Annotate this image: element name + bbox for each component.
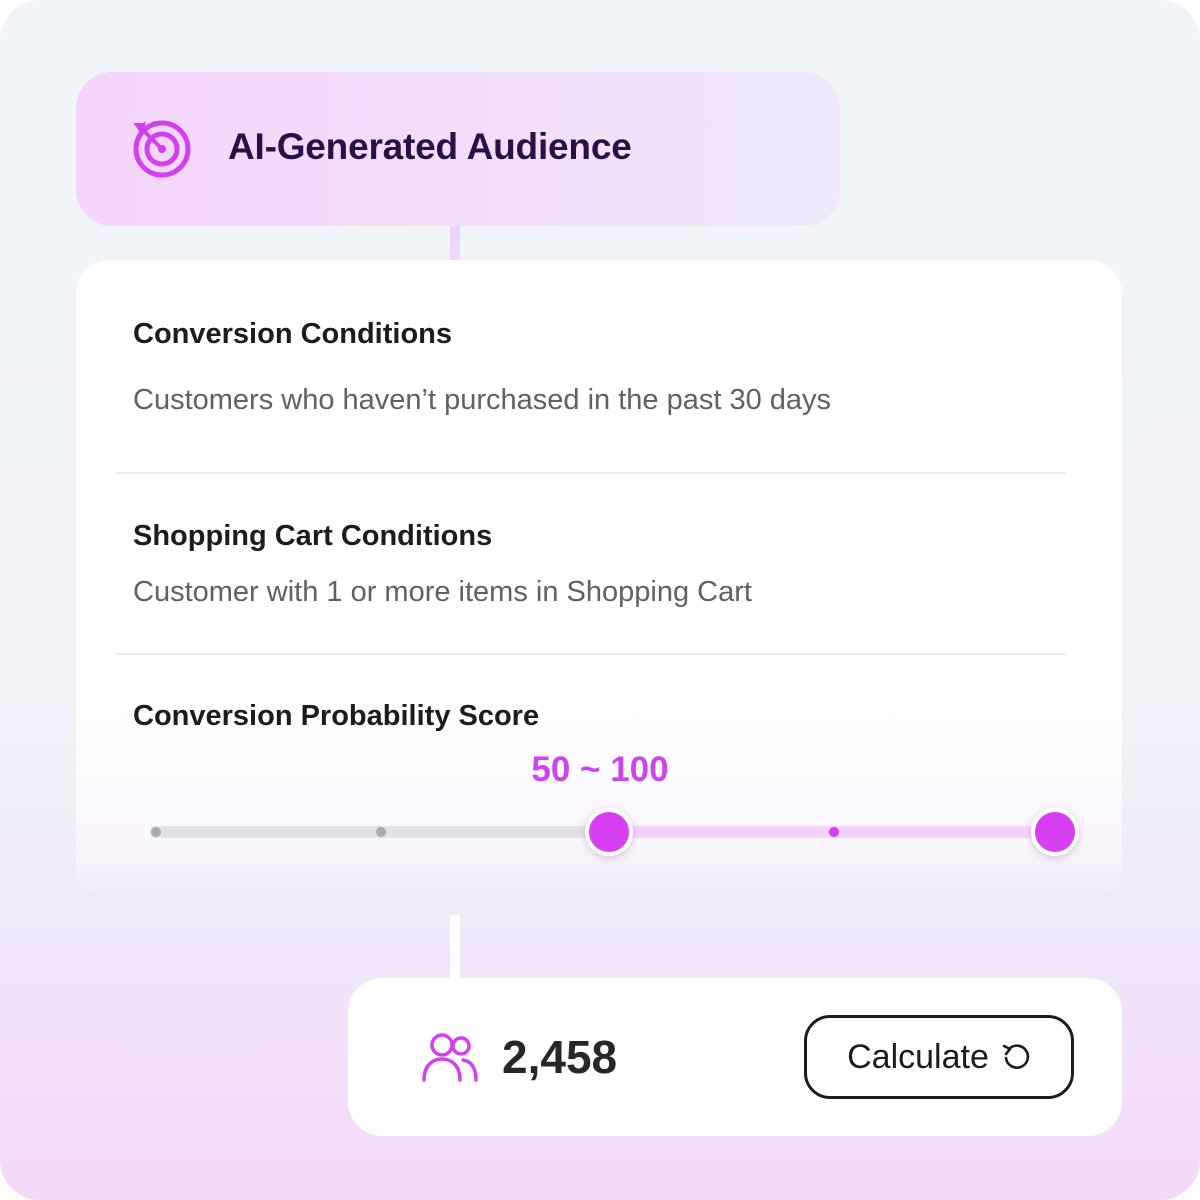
target-icon — [128, 119, 191, 178]
divider — [116, 653, 1066, 655]
connector-line-top — [450, 226, 460, 262]
score-range-slider[interactable] — [150, 800, 1080, 864]
score-range-label: 50 ~ 100 — [531, 750, 669, 789]
divider — [116, 472, 1066, 474]
score-title: Conversion Probability Score — [133, 700, 540, 732]
slider-thumb-low[interactable] — [585, 808, 633, 856]
calculate-button-label: Calculate — [847, 1037, 989, 1076]
audience-title: AI-Generated Audience — [228, 126, 632, 167]
cart-conditions-description: Customer with 1 or more items in Shoppin… — [133, 576, 752, 608]
connector-line-bottom — [450, 915, 460, 981]
conversion-conditions-description: Customers who haven’t purchased in the p… — [133, 384, 832, 416]
users-icon — [422, 1033, 478, 1082]
cart-conditions-title: Shopping Cart Conditions — [133, 520, 493, 552]
audience-count: 2,458 — [502, 1031, 618, 1083]
refresh-icon — [1002, 1044, 1030, 1069]
slider-tick — [829, 827, 839, 837]
slider-thumb-high[interactable] — [1031, 808, 1079, 856]
slider-tick — [376, 827, 386, 837]
conversion-conditions-title: Conversion Conditions — [133, 318, 452, 350]
calculate-button[interactable]: Calculate — [804, 1015, 1074, 1099]
slider-tick — [151, 827, 161, 837]
